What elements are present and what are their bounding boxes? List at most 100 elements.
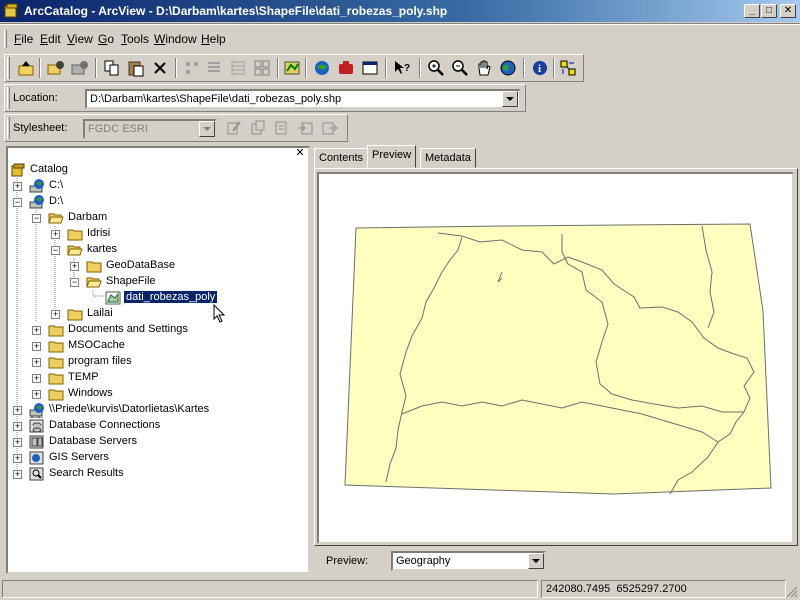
tree-item-database-servers[interactable]: + Database Servers xyxy=(8,434,308,450)
menu-grip[interactable] xyxy=(4,30,7,48)
copy-button[interactable] xyxy=(101,57,123,79)
map-outer-boundary xyxy=(344,223,772,495)
create-thumbnail-button[interactable] xyxy=(557,57,579,79)
expand-icon[interactable]: + xyxy=(32,326,41,335)
tree-item-shapefile-folder[interactable]: − ShapeFile xyxy=(8,274,308,290)
folder-open-icon xyxy=(67,245,83,256)
tree-close-button[interactable]: ✕ xyxy=(294,148,306,160)
zoom-out-button[interactable] xyxy=(449,57,471,79)
collapse-icon[interactable]: − xyxy=(51,246,60,255)
tree-item-catalog[interactable]: Catalog xyxy=(8,162,308,178)
location-dropdown-button[interactable] xyxy=(502,91,518,107)
close-button[interactable]: ✕ xyxy=(780,4,796,18)
metadata-properties-button[interactable] xyxy=(247,117,269,139)
preview-type-combo[interactable]: Geography xyxy=(391,551,546,571)
toolbar-separator xyxy=(277,58,279,78)
maximize-button[interactable]: □ xyxy=(761,4,777,18)
tree-item-darbam[interactable]: − Darbam xyxy=(8,210,308,226)
tree-item-d-drive[interactable]: − D:\ xyxy=(8,194,308,210)
expand-icon[interactable]: + xyxy=(51,310,60,319)
whats-this-button[interactable]: ? xyxy=(391,57,413,79)
pan-button[interactable] xyxy=(473,57,495,79)
expand-icon[interactable]: + xyxy=(13,406,22,415)
import-metadata-button[interactable] xyxy=(295,117,317,139)
title-bar[interactable]: ArcCatalog - ArcView - D:\Darbam\kartes\… xyxy=(0,0,800,22)
export-metadata-button[interactable] xyxy=(319,117,341,139)
minimize-button[interactable]: _ xyxy=(744,4,760,18)
collapse-icon[interactable]: − xyxy=(13,198,22,207)
toolbar-grip[interactable] xyxy=(7,57,10,79)
tree-item-program-files[interactable]: + program files xyxy=(8,354,308,370)
menu-tools[interactable]: Tools xyxy=(121,32,149,46)
tree-item-kartes[interactable]: − kartes xyxy=(8,242,308,258)
zoom-out-icon xyxy=(452,60,468,76)
tree-item-label: kartes xyxy=(87,243,117,255)
list-button[interactable] xyxy=(203,57,225,79)
menu-help[interactable]: Help xyxy=(201,32,226,46)
expand-icon[interactable]: + xyxy=(51,230,60,239)
map-preview[interactable] xyxy=(317,172,794,544)
modelbuilder-button[interactable] xyxy=(335,57,357,79)
tree-item-documents-and-settings[interactable]: + Documents and Settings xyxy=(8,322,308,338)
tree-item-windows[interactable]: + Windows xyxy=(8,386,308,402)
connect-folder-button[interactable] xyxy=(45,57,67,79)
full-extent-button[interactable] xyxy=(497,57,519,79)
edit-metadata-icon xyxy=(227,121,241,135)
details-button[interactable] xyxy=(227,57,249,79)
disconnect-folder-button[interactable] xyxy=(69,57,91,79)
tab-metadata[interactable]: Metadata xyxy=(420,148,476,168)
expand-icon[interactable]: + xyxy=(70,262,79,271)
tree-item-search-results[interactable]: + Search Results xyxy=(8,466,308,482)
expand-icon[interactable]: + xyxy=(13,454,22,463)
zoom-in-button[interactable] xyxy=(425,57,447,79)
tree-item-idrisi[interactable]: + Idrisi xyxy=(8,226,308,242)
up-one-level-button[interactable] xyxy=(15,57,37,79)
identify-button[interactable]: i xyxy=(529,57,551,79)
toolbar-grip[interactable] xyxy=(7,87,10,109)
tree-item-dati-robezas-poly[interactable]: dati_robezas_poly xyxy=(8,290,308,306)
expand-icon[interactable]: + xyxy=(13,438,22,447)
collapse-icon[interactable]: − xyxy=(70,278,79,287)
menu-file[interactable]: File xyxy=(14,32,33,46)
expand-icon[interactable]: + xyxy=(13,470,22,479)
expand-icon[interactable]: + xyxy=(13,422,22,431)
expand-icon[interactable]: + xyxy=(32,390,41,399)
thumbnails-button[interactable] xyxy=(251,57,273,79)
tree-item-database-connections[interactable]: + Database Connections xyxy=(8,418,308,434)
location-combo[interactable]: D:\Darbam\kartes\ShapeFile\dati_robezas_… xyxy=(85,89,521,109)
menu-go[interactable]: Go xyxy=(98,32,114,46)
large-icons-button[interactable] xyxy=(181,57,203,79)
launch-arcmap-button[interactable] xyxy=(281,57,303,79)
catalog-tree[interactable]: Catalog + C:\ − D:\ − Darbam + Idrisi − … xyxy=(6,146,310,574)
tree-item-msocache[interactable]: + MSOCache xyxy=(8,338,308,354)
expand-icon[interactable]: + xyxy=(32,374,41,383)
command-line-button[interactable] xyxy=(359,57,381,79)
stylesheet-combo[interactable]: FGDC ESRI xyxy=(83,119,217,139)
tree-item-temp[interactable]: + TEMP xyxy=(8,370,308,386)
expand-icon[interactable]: + xyxy=(13,182,22,191)
arctoolbox-button[interactable] xyxy=(311,57,333,79)
tab-preview[interactable]: Preview xyxy=(367,145,417,168)
menu-edit[interactable]: Edit xyxy=(40,32,61,46)
tree-item-lailai[interactable]: + Lailai xyxy=(8,306,208,322)
tree-item-network-share[interactable]: + \\Priede\kurvis\Datorlietas\Kartes xyxy=(8,402,308,418)
expand-icon[interactable]: + xyxy=(32,342,41,351)
polygon-shapefile-icon xyxy=(105,291,121,305)
expand-icon[interactable]: + xyxy=(32,358,41,367)
resize-grip-icon[interactable] xyxy=(786,586,798,598)
edit-metadata-button[interactable] xyxy=(223,117,245,139)
create-update-metadata-button[interactable] xyxy=(271,117,293,139)
delete-button[interactable] xyxy=(149,57,171,79)
menu-view[interactable]: View xyxy=(67,32,93,46)
stylesheet-dropdown-button[interactable] xyxy=(199,121,215,137)
paste-button[interactable] xyxy=(125,57,147,79)
tree-item-c-drive[interactable]: + C:\ xyxy=(8,178,308,194)
tree-item-geodatabase[interactable]: + GeoDataBase xyxy=(8,258,308,274)
tab-contents[interactable]: Contents xyxy=(314,148,369,168)
collapse-icon[interactable]: − xyxy=(32,214,41,223)
tab-label: Preview xyxy=(372,149,412,161)
tree-item-gis-servers[interactable]: + GIS Servers xyxy=(8,450,308,466)
preview-type-dropdown-button[interactable] xyxy=(528,553,544,569)
menu-window[interactable]: Window xyxy=(154,32,197,46)
toolbar-grip[interactable] xyxy=(7,117,10,139)
